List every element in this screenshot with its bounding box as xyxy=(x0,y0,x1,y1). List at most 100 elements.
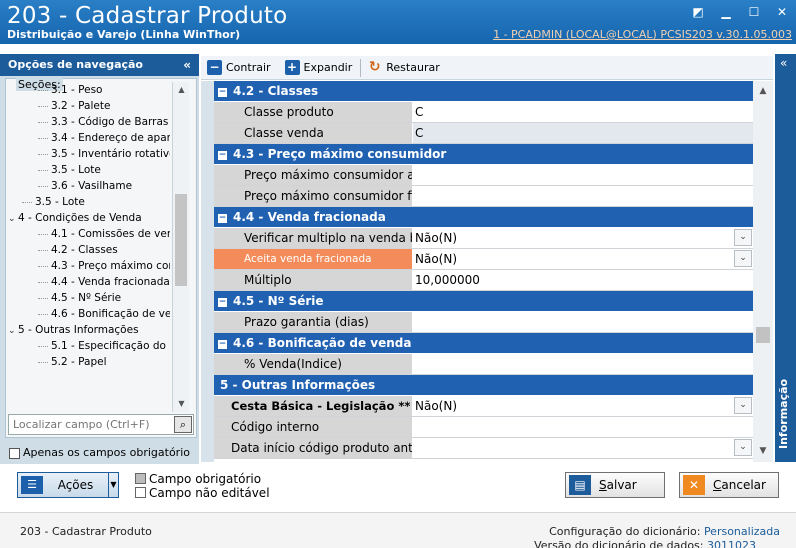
only-required-label: Apenas os campos obrigatório xyxy=(23,446,190,459)
grid-scrollbar[interactable]: ▲ ▼ xyxy=(753,81,773,462)
maximize-icon[interactable]: ☐ xyxy=(746,4,762,20)
field-row: Preço máximo consumidor fi xyxy=(214,186,753,207)
field-input[interactable]: C xyxy=(413,102,753,122)
tree-item-label: 3.1 - Peso xyxy=(51,84,103,96)
field-label: Preço máximo consumidor fi xyxy=(214,186,413,206)
collapse-section-icon[interactable]: − xyxy=(218,214,227,223)
info-panel-strip[interactable]: « Informação xyxy=(775,54,796,462)
salvar-button[interactable]: ▤ Salvar xyxy=(565,472,665,498)
collapse-section-icon[interactable]: − xyxy=(218,340,227,349)
field-input[interactable] xyxy=(413,165,753,185)
section-header[interactable]: −4.4 - Venda fracionada xyxy=(214,207,753,228)
dictionary-config: Configuração do dicionário: Personalizad… xyxy=(549,525,780,538)
field-select[interactable]: Não(N) ⌄ xyxy=(413,249,753,269)
tree-item[interactable]: 3.2 - Palete xyxy=(2,98,170,114)
minimize-icon[interactable]: ▁ xyxy=(718,4,734,20)
tree-item[interactable]: 4.5 - Nº Série xyxy=(2,290,170,306)
tree-item-label: 4.5 - Nº Série xyxy=(51,292,122,304)
field-label: Data início código produto ante: xyxy=(214,438,413,458)
scroll-down-icon[interactable]: ▼ xyxy=(173,396,190,412)
tree-item[interactable]: 3.3 - Código de Barras xyxy=(2,114,170,130)
chevron-down-icon[interactable]: ⌄ xyxy=(734,397,752,414)
field-label: Cesta Básica - Legislação ** xyxy=(214,396,413,416)
tree-item-label: 3.4 - Endereço de apanha xyxy=(51,132,170,144)
tree-item[interactable]: 3.5 - Lote xyxy=(2,194,170,210)
scroll-up-icon[interactable]: ▲ xyxy=(173,82,190,98)
section-header[interactable]: −4.3 - Preço máximo consumidor xyxy=(214,144,753,165)
close-icon[interactable]: ✕ xyxy=(774,4,790,20)
field-legend: Campo obrigatório Campo não editável xyxy=(135,472,270,500)
chevron-down-icon[interactable]: ⌄ xyxy=(734,250,752,267)
restore-icon[interactable]: ◩ xyxy=(690,4,706,20)
dropdown-arrow-icon[interactable]: ▼ xyxy=(108,473,118,497)
section-header[interactable]: −5 - Outras Informações xyxy=(214,375,753,396)
field-select[interactable]: Não(N) ⌄ xyxy=(413,228,753,248)
tree-item-label: 4.1 - Comissões de venda xyxy=(51,228,170,240)
field-value: 10,000000 xyxy=(415,273,480,287)
window-title: 203 - Cadastrar Produto xyxy=(7,3,288,29)
expand-caret-icon[interactable]: ⌄ xyxy=(8,323,18,338)
field-select[interactable]: ⌄ xyxy=(413,438,753,458)
field-input[interactable] xyxy=(413,312,753,332)
restaurar-button[interactable]: ↻ Restaurar xyxy=(361,57,447,79)
expandir-button[interactable]: + Expandir xyxy=(279,57,361,79)
tree-item[interactable]: 5.1 - Especificação do pro xyxy=(2,338,170,354)
tree-item-label: 3.6 - Vasilhame xyxy=(51,180,133,192)
collapse-section-icon[interactable]: − xyxy=(218,151,227,160)
contrair-label: Contrair xyxy=(226,61,271,74)
collapse-nav-icon[interactable]: « xyxy=(183,54,191,76)
acoes-label: Ações xyxy=(57,478,94,492)
search-input[interactable] xyxy=(9,415,169,434)
cancelar-button[interactable]: ✕ Cancelar xyxy=(679,472,779,498)
tree-scrollbar[interactable]: ▲ ▼ xyxy=(172,82,189,412)
tree-item[interactable]: ⌄ 5 - Outras Informações xyxy=(2,322,170,338)
tree-connector xyxy=(38,185,48,187)
scroll-thumb[interactable] xyxy=(756,327,770,343)
chevron-down-icon[interactable]: ⌄ xyxy=(734,229,752,246)
property-grid: −4.2 - Classes Classe produto C Classe vend… xyxy=(214,81,753,462)
checkbox-box[interactable] xyxy=(9,447,20,459)
tree-item-label: 3.5 - Lote xyxy=(35,196,85,208)
scroll-thumb[interactable] xyxy=(175,194,187,286)
expand-caret-icon[interactable]: ⌄ xyxy=(8,211,18,226)
scroll-up-icon[interactable]: ▲ xyxy=(753,83,773,100)
tree-item[interactable]: ⌄ 4 - Condições de Venda xyxy=(2,210,170,226)
navigation-header: Opções de navegação « xyxy=(0,54,199,76)
cancel-icon: ✕ xyxy=(683,475,705,495)
tree-item[interactable]: 3.4 - Endereço de apanha xyxy=(2,130,170,146)
section-title: 5 - Outras Informações xyxy=(220,378,376,392)
section-header[interactable]: −4.6 - Bonificação de venda xyxy=(214,333,753,354)
search-icon[interactable]: ⌕ xyxy=(174,416,192,433)
section-header[interactable]: −4.2 - Classes xyxy=(214,81,753,102)
field-input[interactable]: 10,000000 xyxy=(413,270,753,290)
tree-item[interactable]: 4.4 - Venda fracionada xyxy=(2,274,170,290)
info-label: Informação xyxy=(777,378,790,449)
chevron-down-icon[interactable]: ⌄ xyxy=(734,439,752,456)
tree-item[interactable]: 3.5 - Lote xyxy=(2,162,170,178)
field-input[interactable] xyxy=(413,417,753,437)
tree-connector xyxy=(38,137,48,139)
tree-item[interactable]: 4.3 - Preço máximo consu xyxy=(2,258,170,274)
section-header[interactable]: −4.5 - Nº Série xyxy=(214,291,753,312)
acoes-button[interactable]: ☰ Ações ▼ xyxy=(17,472,119,498)
only-required-checkbox[interactable]: Apenas os campos obrigatório xyxy=(9,446,190,459)
tree-item[interactable]: 3.1 - Peso xyxy=(2,82,170,98)
tree-item[interactable]: 4.2 - Classes xyxy=(2,242,170,258)
collapse-section-icon[interactable]: − xyxy=(218,88,227,97)
grid-indent-strip xyxy=(201,81,214,462)
tree-item-label: 3.2 - Palete xyxy=(51,100,111,112)
tree-item[interactable]: 3.6 - Vasilhame xyxy=(2,178,170,194)
tree-item[interactable]: 3.5 - Inventário rotativo xyxy=(2,146,170,162)
restaurar-label: Restaurar xyxy=(386,61,440,74)
user-info-link[interactable]: 1 - PCADMIN (LOCAL@LOCAL) PCSIS203 v.30.… xyxy=(493,28,792,41)
tree-item[interactable]: 4.1 - Comissões de venda xyxy=(2,226,170,242)
tree-item[interactable]: 4.6 - Bonificação de venda xyxy=(2,306,170,322)
contrair-button[interactable]: − Contrair xyxy=(201,57,279,79)
collapse-section-icon[interactable]: − xyxy=(218,298,227,307)
tree-item[interactable]: 5.2 - Papel xyxy=(2,354,170,370)
field-input[interactable] xyxy=(413,354,753,374)
expand-info-icon[interactable]: « xyxy=(780,56,787,70)
field-select[interactable]: Não(N) ⌄ xyxy=(413,396,753,416)
scroll-down-icon[interactable]: ▼ xyxy=(753,443,773,460)
field-input[interactable] xyxy=(413,186,753,206)
